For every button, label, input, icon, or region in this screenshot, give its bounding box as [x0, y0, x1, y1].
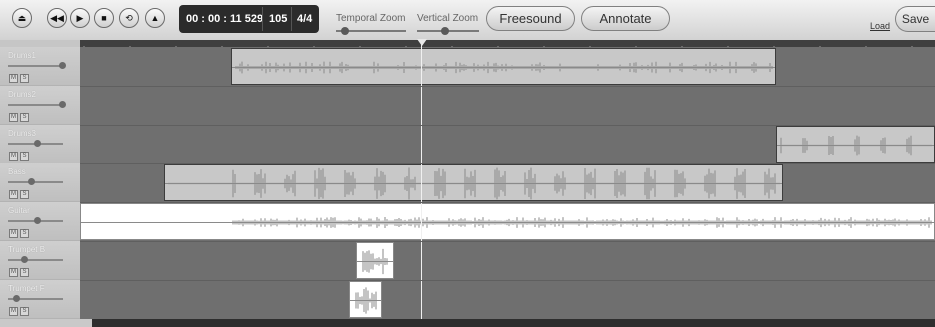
track-header: Trumpet B MS [0, 241, 80, 280]
track-name[interactable]: Trumpet B [8, 245, 45, 254]
audio-clip[interactable] [231, 48, 776, 85]
solo-button[interactable]: S [20, 74, 29, 83]
lane-divider [80, 241, 935, 242]
play-button[interactable]: ▶ [70, 8, 90, 28]
volume-slider[interactable] [8, 181, 63, 184]
eject-button[interactable]: ⏏ [12, 8, 32, 28]
load-link[interactable]: Load [870, 21, 890, 31]
lane-divider [80, 202, 935, 204]
stop-icon: ■ [101, 12, 107, 23]
audio-clip[interactable] [80, 203, 935, 241]
playhead[interactable] [421, 40, 422, 319]
mute-button[interactable]: M [9, 74, 18, 83]
track-header: Drums1 M S [0, 47, 80, 86]
mute-button[interactable]: M [9, 306, 18, 316]
waveform [232, 61, 775, 74]
solo-button[interactable]: S [20, 112, 29, 122]
volume-slider[interactable] [8, 65, 63, 67]
volume-handle[interactable] [20, 256, 28, 263]
scrollbar-thumb[interactable] [92, 319, 935, 327]
toolbar: ⏏ ◀◀ ▶ ■ ⟲ ▲ 00 : 00 : 11 529 105 4/4 Te… [0, 0, 935, 41]
solo-button[interactable]: S [20, 229, 29, 239]
volume-slider[interactable] [8, 103, 63, 106]
volume-handle[interactable] [33, 139, 41, 147]
waveform [777, 135, 934, 155]
track-name[interactable]: Drums2 [8, 90, 36, 99]
timeline-ruler[interactable] [80, 40, 935, 53]
stop-button[interactable]: ■ [94, 8, 114, 28]
rewind-icon: ◀◀ [50, 12, 64, 23]
track-header: Drums3 M S [0, 124, 80, 164]
track-name[interactable]: Drums1 [8, 51, 36, 60]
solo-button[interactable]: S [20, 151, 29, 161]
mute-button[interactable]: M [9, 190, 18, 200]
waveform [165, 167, 782, 200]
waveform [350, 287, 381, 314]
track-name[interactable]: Guitar [8, 206, 30, 215]
ruler-corner [0, 40, 80, 47]
annotate-button[interactable]: Annotate [581, 6, 670, 31]
waveform [81, 217, 934, 229]
display-divider [291, 7, 292, 31]
metronome-button[interactable]: ▲ [145, 8, 165, 28]
volume-handle[interactable] [59, 100, 66, 108]
mute-button[interactable]: M [9, 268, 18, 277]
metronome-icon: ▲ [150, 12, 160, 23]
waveform-peaks [235, 61, 773, 74]
lane-divider [80, 163, 935, 165]
solo-button[interactable]: S [20, 268, 29, 277]
volume-handle[interactable] [59, 62, 66, 69]
mute-button[interactable]: M [9, 151, 18, 161]
playhead-handle-icon[interactable] [417, 39, 427, 46]
lane-divider [80, 124, 935, 126]
audio-clip[interactable] [776, 125, 935, 163]
track-name[interactable]: Bass [8, 167, 26, 176]
time-signature-readout[interactable]: 4/4 [297, 13, 312, 25]
rewind-button[interactable]: ◀◀ [47, 8, 67, 28]
volume-slider[interactable] [8, 259, 63, 261]
solo-button[interactable]: S [20, 306, 29, 316]
track-header: Bass M S [0, 163, 80, 203]
tempo-readout[interactable]: 105 [269, 13, 287, 25]
track-name[interactable]: Drums3 [8, 129, 36, 138]
horizontal-scrollbar[interactable] [0, 319, 935, 327]
volume-handle[interactable] [28, 178, 36, 186]
track-header: Trumpet F MS [0, 279, 80, 319]
waveform-peaks [353, 287, 379, 314]
mute-button[interactable]: M [9, 229, 18, 239]
waveform [357, 248, 393, 275]
track-header-column: Drums1 M S Drums2 M S Drums3 M S Bass M S Guitar M S Tr… [0, 47, 80, 319]
audio-clip[interactable] [356, 242, 394, 279]
track-header: Drums2 M S [0, 85, 80, 125]
audio-clip[interactable] [164, 164, 783, 202]
temporal-zoom-label: Temporal Zoom [336, 13, 406, 24]
track-name[interactable]: Trumpet F [8, 284, 45, 293]
eject-icon: ⏏ [17, 12, 27, 23]
loop-icon: ⟲ [125, 12, 133, 23]
lane-divider [80, 279, 935, 281]
audio-clip[interactable] [349, 280, 382, 318]
play-icon: ▶ [76, 12, 84, 23]
time-readout: 00 : 00 : 11 529 [186, 13, 264, 25]
display-divider [262, 7, 263, 31]
freesound-button[interactable]: Freesound [486, 6, 575, 31]
track-header: Guitar M S [0, 202, 80, 242]
lane-divider [80, 85, 935, 87]
solo-button[interactable]: S [20, 190, 29, 200]
loop-button[interactable]: ⟲ [119, 8, 139, 28]
save-button[interactable]: Save [895, 6, 935, 32]
mute-button[interactable]: M [9, 112, 18, 122]
transport-display: 00 : 00 : 11 529 105 4/4 [179, 5, 319, 33]
vertical-zoom-label: Vertical Zoom [417, 13, 479, 24]
temporal-zoom-handle[interactable] [341, 27, 349, 35]
volume-handle[interactable] [13, 294, 21, 302]
volume-handle[interactable] [33, 217, 41, 225]
vertical-zoom-handle[interactable] [441, 27, 449, 35]
